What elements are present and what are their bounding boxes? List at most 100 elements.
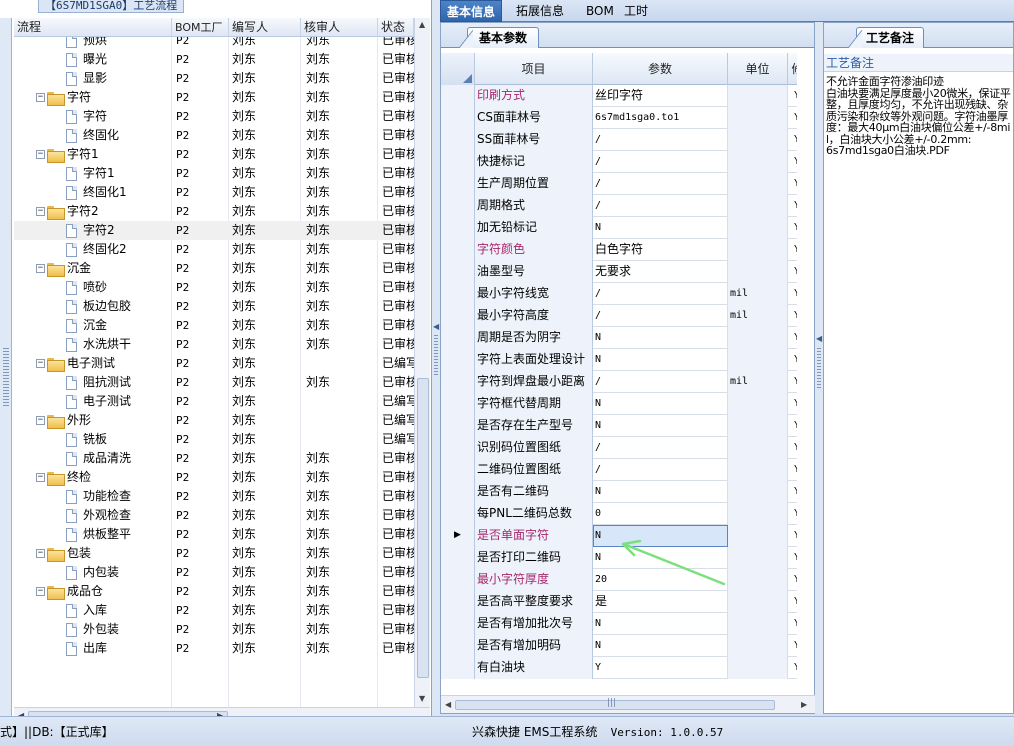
tree-node[interactable]: 内包装 <box>66 563 172 582</box>
param-row[interactable]: 加无铅标记N Y <box>441 217 797 239</box>
param-value-cell[interactable]: N <box>593 415 728 437</box>
tree-node[interactable]: − 字符1 <box>36 145 172 164</box>
process-tree-horizontal-scrollbar[interactable]: ◀ ▶ <box>14 707 430 716</box>
tree-node[interactable]: − 外形 <box>36 411 172 430</box>
collapse-toggle-icon[interactable]: − <box>36 359 45 368</box>
remarks-text[interactable]: 不允许金面字符渗油印迹 白油块要满足厚度最小20微米，保证平整，且厚度均匀，不允… <box>826 76 1011 157</box>
row-indicator[interactable] <box>441 437 475 459</box>
scroll-thumb[interactable] <box>417 378 429 678</box>
param-value-cell[interactable]: / <box>593 195 728 217</box>
row-indicator[interactable] <box>441 371 475 393</box>
tree-node[interactable]: − 成品仓 <box>36 582 172 601</box>
tree-row[interactable]: 字符2 P2 刘东 刘东 已审核 <box>14 221 414 240</box>
param-value-cell[interactable]: N <box>593 349 728 371</box>
param-value-cell[interactable]: N <box>593 481 728 503</box>
param-row[interactable]: 是否有增加批次号N Y <box>441 613 797 635</box>
tree-row[interactable]: − 外形 P2 刘东 已编写 <box>14 411 414 430</box>
tree-row[interactable]: 外包装 P2 刘东 刘东 已审核 <box>14 620 414 639</box>
scroll-left-icon[interactable]: ◀ <box>445 700 451 709</box>
tree-node[interactable]: − 电子测试 <box>36 354 172 373</box>
param-modify-cell[interactable]: Y <box>788 569 797 591</box>
row-indicator[interactable] <box>441 107 475 129</box>
tree-node[interactable]: 外包装 <box>66 620 172 639</box>
param-modify-cell[interactable]: Y <box>788 481 797 503</box>
param-row[interactable]: 每PNL二维码总数0 Y <box>441 503 797 525</box>
param-value-cell[interactable]: N <box>593 635 728 657</box>
param-value-cell[interactable]: 无要求 <box>593 261 728 283</box>
param-row[interactable]: 周期格式/ Y <box>441 195 797 217</box>
left-collapse-strip[interactable] <box>0 18 12 716</box>
param-row[interactable]: 是否打印二维码N Y <box>441 547 797 569</box>
row-indicator[interactable] <box>441 481 475 503</box>
param-value-cell[interactable]: 白色字符 <box>593 239 728 261</box>
tree-row[interactable]: 铣板 P2 刘东 已编写 <box>14 430 414 449</box>
param-row[interactable]: 最小字符厚度20 Y <box>441 569 797 591</box>
row-indicator[interactable] <box>441 173 475 195</box>
param-value-cell[interactable]: N <box>593 613 728 635</box>
param-modify-cell[interactable]: Y <box>788 327 797 349</box>
param-modify-cell[interactable]: Y <box>788 371 797 393</box>
tree-row[interactable]: 沉金 P2 刘东 刘东 已审核 <box>14 316 414 335</box>
tree-row[interactable]: − 终检 P2 刘东 刘东 已审核 <box>14 468 414 487</box>
row-indicator[interactable] <box>441 85 475 107</box>
param-row[interactable]: 字符上表面处理设计N Y <box>441 349 797 371</box>
param-row[interactable]: 最小字符线宽/milY <box>441 283 797 305</box>
tab-basic-info[interactable]: 基本信息 <box>440 0 503 22</box>
param-row[interactable]: 字符颜色白色字符 Y <box>441 239 797 261</box>
row-indicator[interactable] <box>441 415 475 437</box>
param-value-cell[interactable]: / <box>593 129 728 151</box>
tree-row[interactable]: 阻抗测试 P2 刘东 刘东 已审核 <box>14 373 414 392</box>
param-modify-cell[interactable]: Y <box>788 525 797 547</box>
scroll-up-icon[interactable]: ▲ <box>419 20 425 29</box>
tree-node[interactable]: 喷砂 <box>66 278 172 297</box>
row-indicator[interactable] <box>441 547 475 569</box>
param-row[interactable]: 是否存在生产型号N Y <box>441 415 797 437</box>
tree-node[interactable]: 字符1 <box>66 164 172 183</box>
params-horizontal-scrollbar[interactable]: ◀ ||| ▶ <box>441 695 815 713</box>
param-modify-cell[interactable]: Y <box>788 613 797 635</box>
column-header-writer[interactable]: 编写人 <box>229 18 301 37</box>
tree-node[interactable]: 沉金 <box>66 316 172 335</box>
collapse-toggle-icon[interactable]: − <box>36 150 45 159</box>
param-value-cell[interactable]: / <box>593 371 728 393</box>
param-row[interactable]: 是否有二维码N Y <box>441 481 797 503</box>
param-modify-cell[interactable]: Y <box>788 173 797 195</box>
tree-node[interactable]: 铣板 <box>66 430 172 449</box>
param-modify-cell[interactable]: Y <box>788 437 797 459</box>
param-value-cell[interactable]: / <box>593 459 728 481</box>
row-indicator[interactable] <box>441 635 475 657</box>
column-header-status[interactable]: 状态 <box>378 18 414 37</box>
param-row[interactable]: 字符框代替周期N Y <box>441 393 797 415</box>
tree-row[interactable]: 外观检查 P2 刘东 刘东 已审核 <box>14 506 414 525</box>
tree-node[interactable]: 电子测试 <box>66 392 172 411</box>
param-row[interactable]: SS面菲林号/ Y <box>441 129 797 151</box>
tree-row[interactable]: 入库 P2 刘东 刘东 已审核 <box>14 601 414 620</box>
param-modify-cell[interactable]: Y <box>788 239 797 261</box>
tree-row[interactable]: 终固化 P2 刘东 刘东 已审核 <box>14 126 414 145</box>
param-value-cell[interactable]: 是 <box>593 591 728 613</box>
row-indicator[interactable] <box>441 503 475 525</box>
param-modify-cell[interactable]: Y <box>788 415 797 437</box>
column-header-item[interactable]: 项目 <box>475 53 593 85</box>
tab-extended-info[interactable]: 拓展信息 <box>510 0 570 22</box>
tree-row[interactable]: 喷砂 P2 刘东 刘东 已审核 <box>14 278 414 297</box>
scroll-right-icon[interactable]: ▶ <box>801 700 807 709</box>
tree-node[interactable]: 阻抗测试 <box>66 373 172 392</box>
row-indicator[interactable] <box>441 349 475 371</box>
param-row[interactable]: 油墨型号无要求 Y <box>441 261 797 283</box>
row-indicator[interactable] <box>441 261 475 283</box>
param-value-cell[interactable]: / <box>593 437 728 459</box>
param-value-cell[interactable]: 6s7md1sga0.to1 <box>593 107 728 129</box>
tree-node[interactable]: 入库 <box>66 601 172 620</box>
param-row[interactable]: 是否高平整度要求是 Y <box>441 591 797 613</box>
param-row[interactable]: 二维码位置图纸/ Y <box>441 459 797 481</box>
tree-node[interactable]: − 字符2 <box>36 202 172 221</box>
tree-node[interactable]: 水洗烘干 <box>66 335 172 354</box>
row-indicator[interactable] <box>441 129 475 151</box>
param-value-cell[interactable]: Y <box>593 657 728 679</box>
param-modify-cell[interactable]: Y <box>788 393 797 415</box>
param-modify-cell[interactable]: Y <box>788 107 797 129</box>
tree-node[interactable]: − 包装 <box>36 544 172 563</box>
tree-row[interactable]: 终固化2 P2 刘东 刘东 已审核 <box>14 240 414 259</box>
tree-row[interactable]: 内包装 P2 刘东 刘东 已审核 <box>14 563 414 582</box>
